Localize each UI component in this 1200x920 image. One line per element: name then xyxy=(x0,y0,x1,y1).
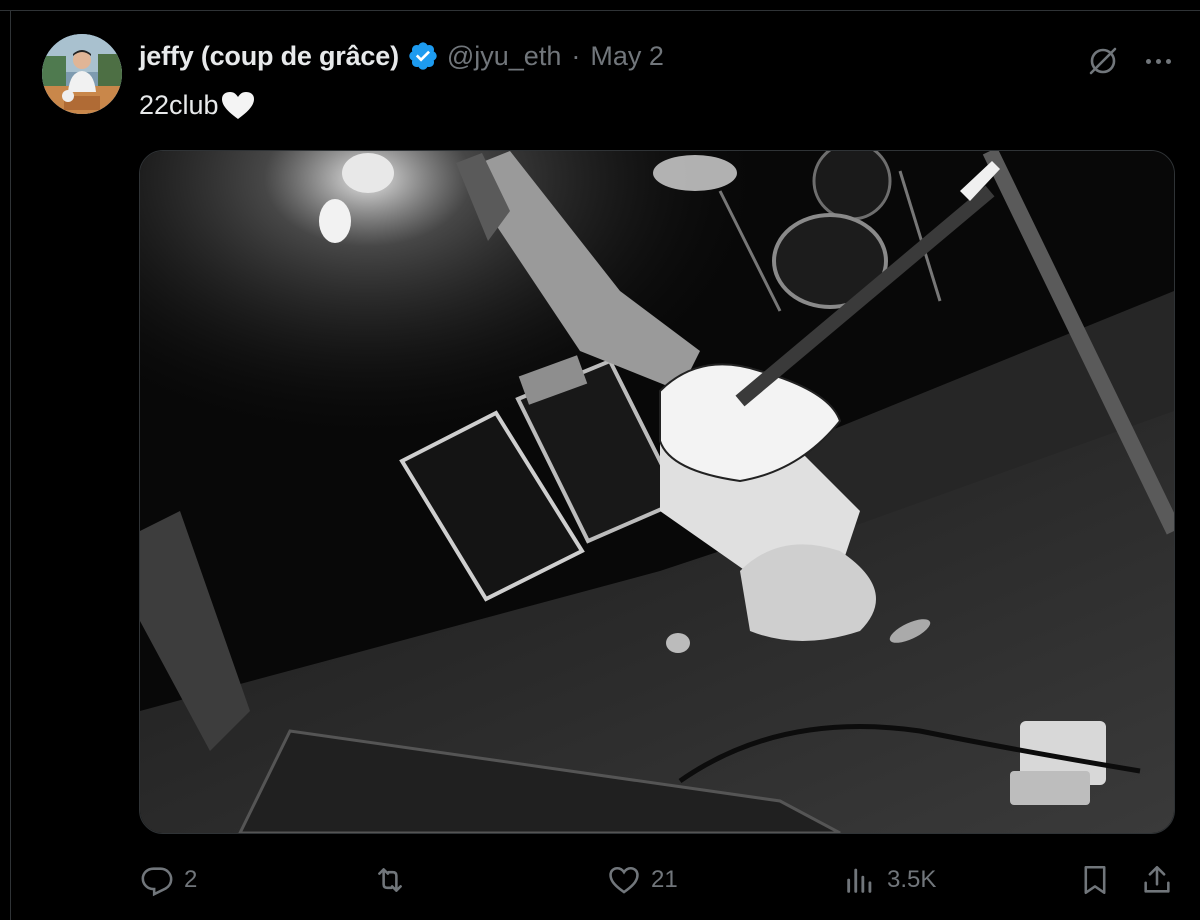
reply-button[interactable]: 2 xyxy=(140,862,197,898)
retweet-icon xyxy=(378,868,402,892)
tweet-text-content: 22club xyxy=(139,90,219,120)
avatar[interactable] xyxy=(42,34,122,114)
separator-dot: · xyxy=(571,40,581,71)
reply-icon xyxy=(141,867,173,897)
tweet-date[interactable]: May 2 xyxy=(590,41,664,72)
tweet-header: jeffy (coup de grâce) @jyu_eth · May 2 xyxy=(139,38,664,74)
views-icon xyxy=(847,868,872,893)
left-divider xyxy=(0,10,11,920)
verified-badge-icon[interactable] xyxy=(407,40,439,72)
bookmark-icon xyxy=(1084,865,1106,895)
author-name[interactable]: jeffy (coup de grâce) xyxy=(139,41,399,72)
author-handle[interactable]: @jyu_eth xyxy=(447,41,561,72)
like-count: 21 xyxy=(651,866,678,893)
views-count: 3.5K xyxy=(887,866,937,893)
grok-icon[interactable] xyxy=(1086,44,1120,78)
concert-photo xyxy=(140,151,1174,833)
bookmark-button[interactable] xyxy=(1078,862,1112,898)
share-button[interactable] xyxy=(1140,862,1174,898)
white-heart-emoji-icon xyxy=(221,91,254,119)
heart-icon xyxy=(609,866,639,894)
action-bar: 2 21 3.5K xyxy=(0,862,1200,898)
tweet-photo[interactable] xyxy=(139,150,1175,834)
share-icon xyxy=(1144,865,1170,893)
reply-count: 2 xyxy=(184,866,198,893)
top-divider xyxy=(0,0,1200,11)
like-button[interactable]: 21 xyxy=(607,862,678,898)
views-button[interactable]: 3.5K xyxy=(843,862,936,898)
more-icon[interactable] xyxy=(1141,44,1175,78)
retweet-button[interactable] xyxy=(373,862,417,898)
tweet-text: 22club xyxy=(139,90,255,121)
